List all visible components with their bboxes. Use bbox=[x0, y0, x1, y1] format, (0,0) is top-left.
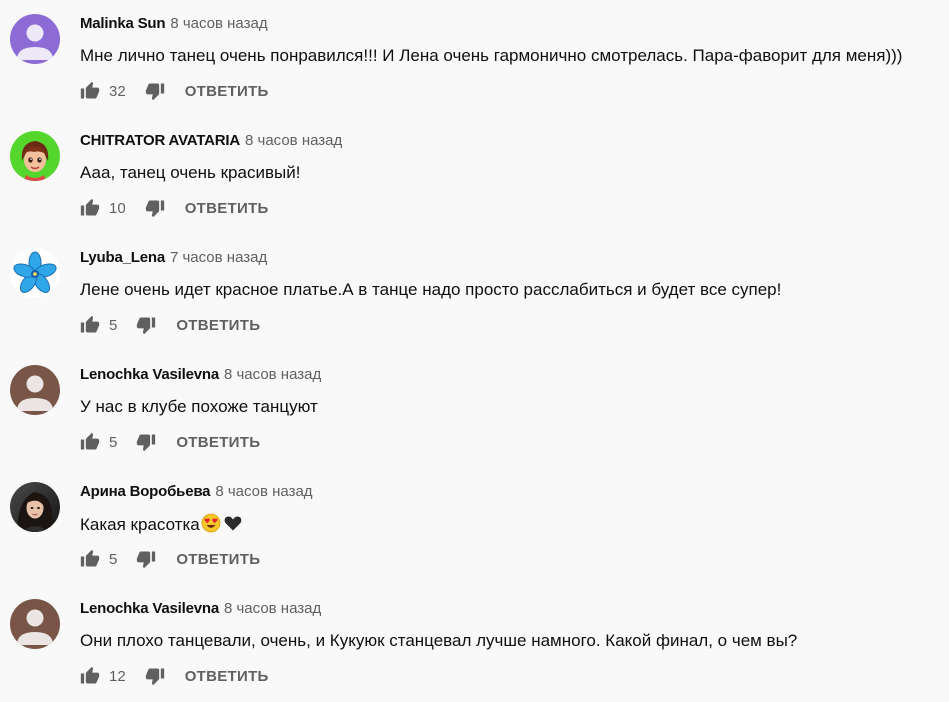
comment-header: Lyuba_Lena 7 часов назад bbox=[80, 249, 267, 267]
author-name[interactable]: CHITRATOR AVATARIA bbox=[80, 132, 240, 149]
thumb-down-icon bbox=[137, 551, 156, 569]
dislike-button[interactable] bbox=[136, 315, 156, 335]
comment-text: У нас в клубе похоже танцуют bbox=[80, 397, 318, 416]
default-avatar-icon bbox=[10, 365, 60, 415]
blue-flower-avatar bbox=[10, 248, 60, 298]
reply-button[interactable]: ОТВЕТИТЬ bbox=[176, 551, 260, 568]
comment-text: Мне лично танец очень понравился!!! И Ле… bbox=[80, 46, 903, 65]
author-avatar[interactable] bbox=[10, 365, 60, 415]
thumb-up-icon bbox=[80, 666, 100, 684]
like-button[interactable] bbox=[80, 81, 100, 101]
like-button[interactable] bbox=[80, 549, 100, 569]
comment-text-content: Какая красотка bbox=[80, 515, 200, 534]
comment-time[interactable]: 8 часов назад bbox=[215, 483, 312, 500]
author-avatar[interactable] bbox=[10, 14, 60, 64]
dislike-button[interactable] bbox=[136, 432, 156, 452]
comment-time[interactable]: 7 часов назад bbox=[170, 249, 267, 266]
comment-text: Они плохо танцевали, очень, и Кукуюк ста… bbox=[80, 631, 798, 650]
thumb-up-icon bbox=[80, 432, 100, 450]
comment-header: Malinka Sun 8 часов назад bbox=[80, 15, 268, 33]
like-count: 32 bbox=[109, 82, 126, 100]
like-count: 5 bbox=[109, 433, 118, 451]
reply-button[interactable]: ОТВЕТИТЬ bbox=[185, 200, 269, 217]
reply-button[interactable]: ОТВЕТИТЬ bbox=[185, 668, 269, 685]
author-name[interactable]: Lenochka Vasilevna bbox=[80, 366, 219, 383]
comment-time[interactable]: 8 часов назад bbox=[224, 600, 321, 617]
comment-thread: CHITRATOR AVATARIA 8 часов назад Ааа, тан… bbox=[0, 117, 949, 234]
author-name[interactable]: Lenochka Vasilevna bbox=[80, 600, 219, 617]
comment-time[interactable]: 8 часов назад bbox=[224, 366, 321, 383]
author-name[interactable]: Lyuba_Lena bbox=[80, 249, 165, 266]
thumb-up-icon bbox=[80, 81, 100, 99]
default-avatar-icon bbox=[10, 14, 60, 64]
like-button[interactable] bbox=[80, 315, 100, 335]
comment-thread: Malinka Sun 8 часов назад Мне лично танец… bbox=[0, 0, 949, 117]
thumb-down-icon bbox=[145, 200, 164, 218]
thumb-down-icon bbox=[137, 317, 156, 335]
dislike-button[interactable] bbox=[136, 549, 156, 569]
author-avatar[interactable] bbox=[10, 482, 60, 532]
comment-thread: Lenochka Vasilevna 8 часов назад Они плох… bbox=[0, 585, 949, 702]
author-avatar[interactable] bbox=[10, 248, 60, 298]
thumb-down-icon bbox=[145, 83, 164, 101]
photo-avatar bbox=[10, 482, 60, 532]
like-button[interactable] bbox=[80, 666, 100, 686]
comment-text: Лене очень идет красное платье.А в танце… bbox=[80, 280, 782, 299]
comment-actions: 10 ОТВЕТИТЬ bbox=[80, 197, 269, 219]
heart-eyes-emoji bbox=[201, 513, 221, 539]
default-avatar-icon bbox=[10, 599, 60, 649]
comment-header: Lenochka Vasilevna 8 часов назад bbox=[80, 366, 321, 384]
comment-header: Lenochka Vasilevna 8 часов назад bbox=[80, 600, 321, 618]
reply-button[interactable]: ОТВЕТИТЬ bbox=[176, 317, 260, 334]
comment-actions: 5 ОТВЕТИТЬ bbox=[80, 314, 260, 336]
author-name[interactable]: Арина Воробьева bbox=[80, 483, 211, 500]
comment-time[interactable]: 8 часов назад bbox=[170, 15, 267, 32]
like-count: 5 bbox=[109, 550, 118, 568]
comment-thread: Lyuba_Lena 7 часов назад Лене очень идет … bbox=[0, 234, 949, 351]
like-count: 5 bbox=[109, 316, 118, 334]
like-button[interactable] bbox=[80, 432, 100, 452]
comment-thread: Lenochka Vasilevna 8 часов назад У нас в … bbox=[0, 351, 949, 468]
comment-text: Ааа, танец очень красивый! bbox=[80, 163, 301, 182]
author-name[interactable]: Malinka Sun bbox=[80, 15, 166, 32]
comment-header: Арина Воробьева 8 часов назад bbox=[80, 483, 313, 501]
comment-text: Какая красотка bbox=[80, 513, 243, 539]
black-heart-emoji bbox=[223, 513, 243, 539]
dislike-button[interactable] bbox=[145, 666, 165, 686]
author-avatar[interactable] bbox=[10, 599, 60, 649]
comment-actions: 5 ОТВЕТИТЬ bbox=[80, 431, 260, 453]
comment-thread: Арина Воробьева 8 часов назад Какая красо… bbox=[0, 468, 949, 585]
cartoon-character-avatar bbox=[10, 131, 60, 181]
like-count: 10 bbox=[109, 199, 126, 217]
like-count: 12 bbox=[109, 667, 126, 685]
author-avatar[interactable] bbox=[10, 131, 60, 181]
dislike-button[interactable] bbox=[145, 81, 165, 101]
thumb-up-icon bbox=[80, 198, 100, 216]
like-button[interactable] bbox=[80, 198, 100, 218]
dislike-button[interactable] bbox=[145, 198, 165, 218]
comment-header: CHITRATOR AVATARIA 8 часов назад bbox=[80, 132, 342, 150]
thumb-down-icon bbox=[137, 434, 156, 452]
reply-button[interactable]: ОТВЕТИТЬ bbox=[176, 434, 260, 451]
comment-actions: 32 ОТВЕТИТЬ bbox=[80, 80, 269, 102]
comment-time[interactable]: 8 часов назад bbox=[245, 132, 342, 149]
thumb-down-icon bbox=[145, 668, 164, 686]
comment-actions: 12 ОТВЕТИТЬ bbox=[80, 665, 269, 687]
reply-button[interactable]: ОТВЕТИТЬ bbox=[185, 83, 269, 100]
comment-actions: 5 ОТВЕТИТЬ bbox=[80, 548, 260, 570]
thumb-up-icon bbox=[80, 315, 100, 333]
thumb-up-icon bbox=[80, 549, 100, 567]
